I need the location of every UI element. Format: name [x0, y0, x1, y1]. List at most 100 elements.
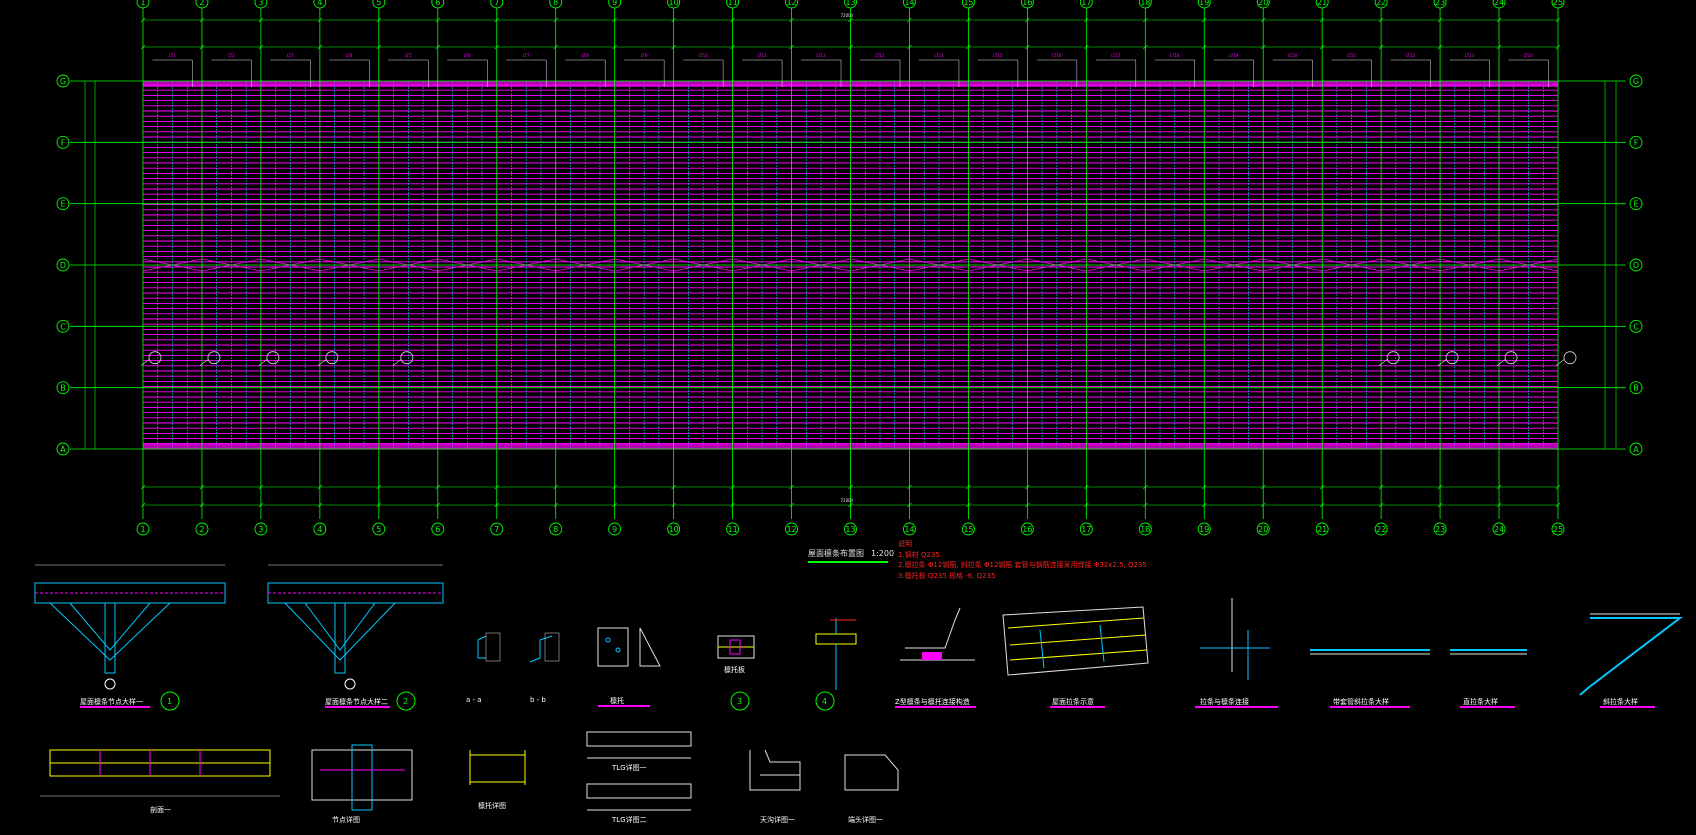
column-axis-label: 24: [1494, 525, 1504, 534]
column-axis-label: 18: [1140, 525, 1150, 534]
section-b-label: b - b: [530, 696, 546, 704]
row-axis-label: A: [1633, 445, 1639, 454]
straight-tie-detail: 直拉条大样: [1450, 649, 1527, 708]
column-axis-label: 19: [1199, 525, 1209, 534]
detail-3-label: 檩托板: [724, 665, 745, 674]
column-axis-label: 5: [376, 525, 381, 534]
column-axis-label: 16: [1022, 0, 1032, 7]
section-1-label: 剖面一: [150, 805, 171, 814]
purlin-tag-label: LT18: [1170, 53, 1180, 58]
node-detail: 节点详图: [311, 744, 413, 824]
section-mark-bubble: [1563, 351, 1577, 365]
column-axis-label: 1: [140, 0, 145, 7]
z-purlin-connection: Z型檩条与檩托连接构造: [895, 607, 976, 708]
column-axis-label: 7: [494, 0, 499, 7]
column-axis-bubbles-bottom: 1 2 3 4 5 6 7 8 9 10 11 12 13 14 15 16 17 18 19 20 21 22 23 24 2…: [136, 522, 1565, 536]
section-mark-bubble: [1504, 351, 1518, 365]
section-mark-bubble: [400, 351, 414, 365]
cad-drawing-canvas: 7200072000 1 2 3 4 5 6 7 8 9 10 11 12 13 14 15 16 17 18 19…: [34, 0, 1683, 824]
row-axis-label: F: [1634, 138, 1639, 147]
column-axis-label: 3: [258, 525, 263, 534]
column-axis-label: 16: [1022, 525, 1032, 534]
column-axis-label: 22: [1376, 525, 1386, 534]
column-axis-label: 7: [494, 525, 499, 534]
section-mark-bubble: [1445, 351, 1459, 365]
detail-3-drawing: 檩托板 3: [717, 635, 755, 711]
purlin-support-label: 檩托: [610, 696, 624, 705]
section-a-a: a - a: [466, 632, 501, 704]
oblique-tie-label: 斜拉条大样: [1603, 697, 1638, 706]
purlin-tag-label: LT24: [1524, 53, 1534, 58]
node-detail-label: 节点详图: [332, 815, 360, 824]
overall-dimension-top: 72000: [841, 13, 854, 18]
support-plate-detail: 檩托详图: [469, 750, 526, 810]
row-axis-label: F: [61, 138, 66, 147]
purlin-tag-label: LT1: [169, 53, 176, 58]
purlin-tag-label: LT6: [464, 53, 471, 58]
tlg-detail-2: TLG详图二: [586, 783, 692, 824]
column-axis-label: 8: [553, 0, 558, 7]
tlg-2-label: TLG详图二: [611, 815, 647, 824]
purlin-tag-label: LT3: [287, 53, 294, 58]
roof-purlin-plan: 7200072000 1 2 3 4 5 6 7 8 9 10 11 12 13 14 15 16 17 18 19…: [56, 0, 1643, 536]
section-mark-bubble: [1386, 351, 1400, 365]
sleeve-tie-detail: 带套管斜拉条大样: [1310, 649, 1430, 708]
column-axis-label: 21: [1317, 0, 1327, 7]
oblique-tie-detail: 斜拉条大样: [1579, 613, 1683, 708]
column-axis-label: 2: [199, 525, 204, 534]
plan-title-block: 屋面檩条布置图 1:200: [808, 548, 894, 563]
detail-4-drawing: 4: [815, 618, 857, 711]
detail-1-num: 1: [167, 697, 172, 706]
end-detail-label: 端头详图一: [848, 815, 883, 824]
section-mark-bubble: [148, 351, 162, 365]
purlin-support-detail: 檩托: [597, 627, 661, 707]
purlin-tag-label: LT20: [1288, 53, 1298, 58]
roof-tie-schematic: 屋面拉条示意: [1002, 606, 1149, 708]
section-mark-bubble: [266, 351, 280, 365]
column-axis-label: 13: [845, 0, 855, 7]
column-axis-label: 11: [727, 0, 737, 7]
purlin-tag-label: LT14: [934, 53, 944, 58]
tie-purlin-connection: 拉条与檩条连接: [1195, 598, 1278, 708]
row-axis-label: G: [1633, 77, 1639, 86]
general-notes: 说明 1.钢材 Q235. 2.檩拉条 Φ12钢筋, 斜拉条 Φ12钢筋 套管与…: [898, 539, 1147, 580]
purlin-tag-label: LT2: [228, 53, 235, 58]
detail-2-label: 屋面檩条节点大样二: [325, 697, 388, 706]
row-axis-label: D: [60, 261, 66, 270]
column-axis-label: 23: [1435, 0, 1445, 7]
detail-1-drawing: 屋面檩条节点大样一 1: [34, 564, 226, 711]
column-axis-label: 15: [963, 0, 973, 7]
column-axis-label: 10: [669, 525, 679, 534]
gutter-detail: 天沟详图一: [749, 749, 801, 824]
column-axis-label: 21: [1317, 525, 1327, 534]
purlin-tag-label: LT7: [523, 53, 530, 58]
z-purlin-label: Z型檩条与檩托连接构造: [895, 697, 970, 706]
row-axis-label: G: [60, 77, 66, 86]
column-axis-bubbles-top: 1 2 3 4 5 6 7 8 9 10 11 12 13 14 15 16 17 18 19 20 21 22 23 24 2…: [136, 0, 1565, 9]
purlin-tag-label: LT13: [875, 53, 885, 58]
column-axis-label: 17: [1081, 0, 1091, 7]
section-marks: [140, 351, 1577, 366]
purlin-tag-label: LT8: [582, 53, 589, 58]
column-axis-label: 20: [1258, 0, 1268, 7]
row-axis-label: E: [1633, 200, 1638, 209]
tlg-1-label: TLG详图一: [611, 763, 647, 772]
column-axis-label: 14: [904, 0, 914, 7]
row-axis-label: A: [60, 445, 66, 454]
section-a-label: a - a: [466, 696, 482, 704]
column-axis-label: 20: [1258, 525, 1268, 534]
column-axis-label: 25: [1553, 0, 1563, 7]
purlin-tag-label: LT10: [698, 53, 708, 58]
column-axis-label: 2: [199, 0, 204, 7]
notes-heading: 说明: [898, 539, 912, 548]
purlin-tag-label: LT23: [1465, 53, 1475, 58]
row-axis-bubbles-right: G F E D C B A: [1629, 74, 1643, 456]
plan-title: 屋面檩条布置图: [808, 548, 864, 558]
row-axis-label: B: [60, 384, 66, 393]
purlin-tag-label: LT21: [1347, 53, 1357, 58]
straight-tie-label: 直拉条大样: [1463, 697, 1498, 706]
tlg-detail-1: TLG详图一: [586, 731, 692, 772]
purlin-tag-label: LT17: [1111, 53, 1121, 58]
column-axis-label: 24: [1494, 0, 1504, 7]
column-axis-label: 14: [904, 525, 914, 534]
